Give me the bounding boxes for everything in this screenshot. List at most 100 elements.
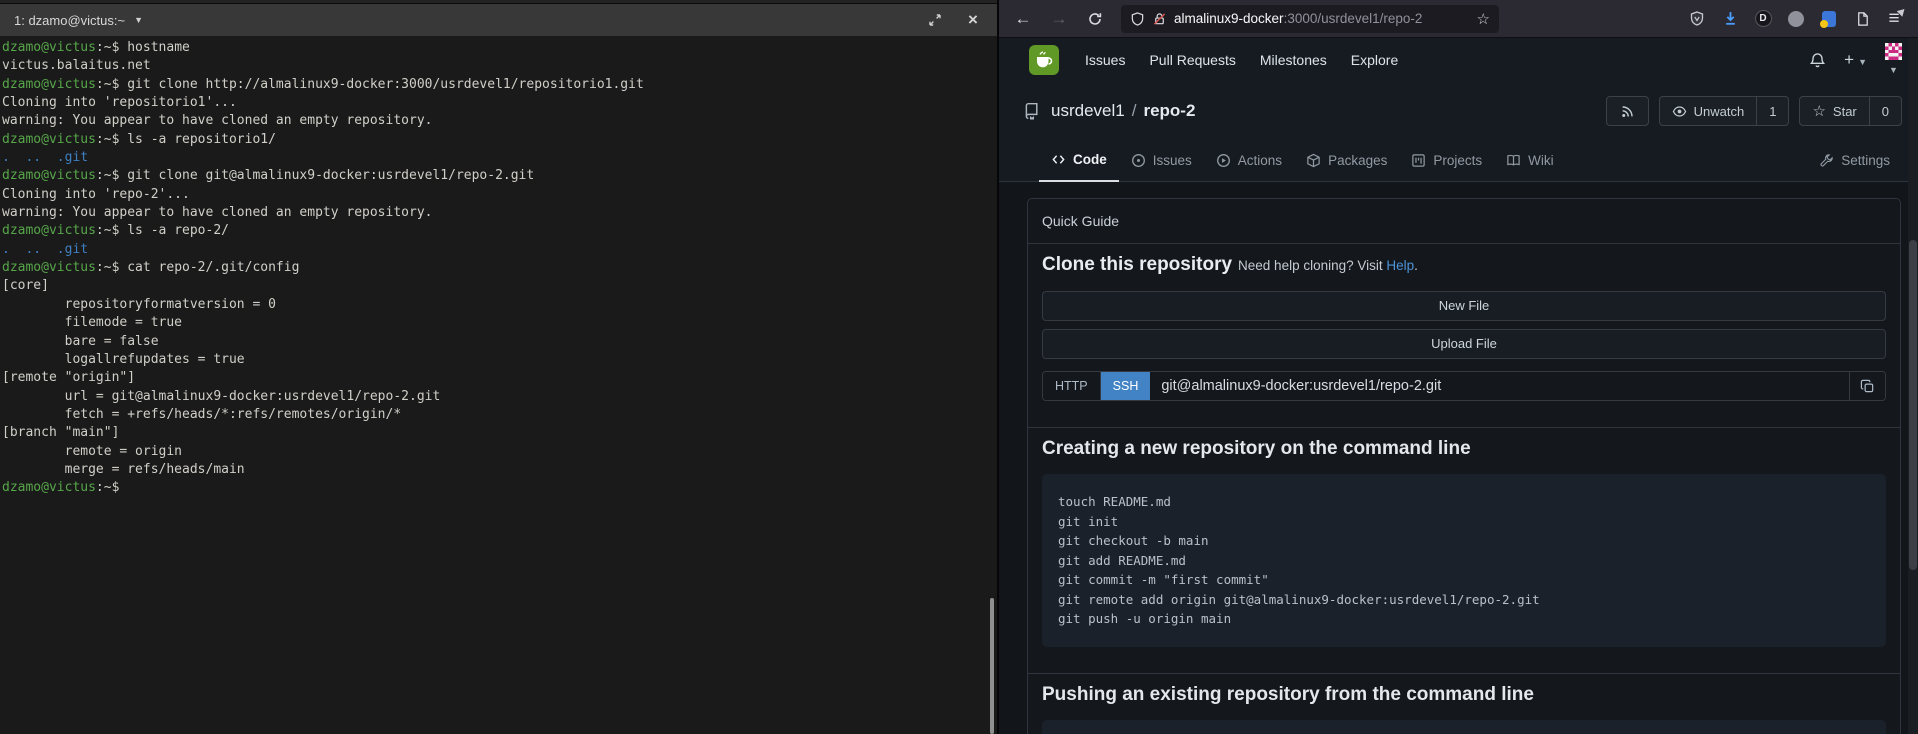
- terminal-title: 1: dzamo@victus:~: [14, 13, 125, 28]
- plus-icon: +: [1844, 50, 1854, 69]
- project-board-icon: [1411, 153, 1426, 168]
- nav-issues[interactable]: Issues: [1073, 52, 1137, 68]
- url-host: almalinux9-docker: [1174, 11, 1284, 26]
- gitea-navbar: Issues Pull Requests Milestones Explore …: [999, 38, 1918, 82]
- tab-settings[interactable]: Settings: [1807, 138, 1902, 182]
- http-protocol-button[interactable]: HTTP: [1043, 372, 1101, 400]
- repo-tabs: Code Issues Actions: [999, 138, 1918, 182]
- rss-icon: [1620, 104, 1635, 119]
- terminal-window: 1: dzamo@victus:~ ▼ × dzamo@victus:~$ ho…: [0, 0, 997, 734]
- upload-file-button[interactable]: Upload File: [1042, 329, 1886, 359]
- browser-scrollbar[interactable]: [1908, 38, 1918, 734]
- watch-button-group: Unwatch 1: [1659, 96, 1790, 126]
- url-text: almalinux9-docker:3000/usrdevel1/repo-2: [1174, 11, 1470, 26]
- quick-guide-title: Quick Guide: [1028, 199, 1900, 244]
- reload-icon: [1087, 11, 1103, 27]
- forward-button[interactable]: →: [1045, 5, 1073, 33]
- push-repo-section: Pushing an existing repository from the …: [1028, 674, 1900, 734]
- push-repo-code-block[interactable]: [1042, 720, 1886, 734]
- tab-actions[interactable]: Actions: [1204, 138, 1294, 182]
- gitea-header: Issues Pull Requests Milestones Explore …: [999, 38, 1918, 182]
- download-icon[interactable]: [1718, 7, 1742, 31]
- repo-name-link[interactable]: repo-2: [1143, 101, 1195, 121]
- terminal-titlebar[interactable]: 1: dzamo@victus:~ ▼ ×: [0, 4, 997, 36]
- star-icon: ☆: [1812, 104, 1825, 119]
- terminal-output[interactable]: dzamo@victus:~$ hostnamevictus.balaitus.…: [0, 36, 997, 501]
- create-repo-code-block[interactable]: touch README.md git init git checkout -b…: [1042, 474, 1886, 647]
- settings-tools-icon: [1819, 153, 1834, 168]
- unwatch-button[interactable]: Unwatch: [1660, 97, 1757, 125]
- watchers-count[interactable]: 1: [1756, 97, 1788, 125]
- book-icon: [1506, 153, 1521, 168]
- star-label: Star: [1833, 104, 1857, 119]
- issue-circle-icon: [1131, 153, 1146, 168]
- create-repo-section: Creating a new repository on the command…: [1028, 428, 1900, 674]
- create-new-button[interactable]: +▼: [1844, 50, 1867, 70]
- repo-main-content: Quick Guide Clone this repositoryNeed he…: [999, 182, 1918, 734]
- copy-icon: [1860, 379, 1875, 394]
- play-circle-icon: [1216, 153, 1231, 168]
- tab-issues[interactable]: Issues: [1119, 138, 1204, 182]
- browser-scrollbar-thumb[interactable]: [1909, 240, 1917, 570]
- back-button[interactable]: ←: [1009, 5, 1037, 33]
- terminal-scrollbar[interactable]: [990, 598, 994, 734]
- copy-url-button[interactable]: [1849, 372, 1885, 400]
- browser-window: ← → almalinux9-docker:3000/usrdevel1/rep…: [997, 0, 1918, 734]
- chevron-down-icon[interactable]: ▼: [134, 15, 143, 25]
- browser-toolbar: ← → almalinux9-docker:3000/usrdevel1/rep…: [999, 0, 1918, 38]
- new-file-button[interactable]: New File: [1042, 291, 1886, 321]
- repo-header: usrdevel1 / repo-2: [999, 82, 1918, 138]
- update-badge: [1897, 6, 1908, 17]
- terminal-close-button[interactable]: ×: [963, 10, 983, 30]
- chevron-down-icon: ▼: [1858, 57, 1867, 67]
- extension-d-icon[interactable]: D: [1751, 7, 1775, 31]
- tracking-protection-shield-icon[interactable]: [1130, 11, 1145, 27]
- help-link[interactable]: Help: [1386, 258, 1414, 273]
- nav-pull-requests[interactable]: Pull Requests: [1137, 52, 1247, 68]
- clone-url-input[interactable]: [1150, 372, 1849, 400]
- package-icon: [1306, 153, 1321, 168]
- star-button-group: ☆ Star 0: [1799, 96, 1902, 126]
- create-repo-heading: Creating a new repository on the command…: [1042, 438, 1886, 460]
- nav-milestones[interactable]: Milestones: [1248, 52, 1339, 68]
- code-icon: [1051, 152, 1066, 167]
- extension-page-icon[interactable]: [1850, 7, 1874, 31]
- maximize-icon: [928, 13, 942, 27]
- user-avatar-menu[interactable]: ▼: [1885, 43, 1902, 78]
- rss-feed-button[interactable]: [1606, 96, 1649, 126]
- stars-count[interactable]: 0: [1869, 97, 1901, 125]
- quick-guide-panel: Quick Guide Clone this repositoryNeed he…: [1027, 198, 1901, 734]
- extension-document-icon[interactable]: [1817, 7, 1841, 31]
- clone-url-bar: HTTP SSH: [1042, 371, 1886, 401]
- ssh-protocol-button[interactable]: SSH: [1101, 372, 1151, 400]
- clone-section: Clone this repositoryNeed help cloning? …: [1028, 244, 1900, 428]
- chevron-down-icon: ▼: [1889, 65, 1898, 75]
- reload-button[interactable]: [1081, 5, 1109, 33]
- insecure-lock-icon[interactable]: [1152, 11, 1167, 27]
- repo-icon: [1023, 102, 1041, 120]
- repo-title: usrdevel1 / repo-2: [1051, 101, 1195, 121]
- bookmark-star-icon[interactable]: ☆: [1477, 10, 1490, 28]
- tab-code[interactable]: Code: [1039, 138, 1119, 182]
- star-button[interactable]: ☆ Star: [1800, 97, 1868, 125]
- clone-help-text: Need help cloning? Visit Help.: [1238, 258, 1418, 273]
- push-repo-heading: Pushing an existing repository from the …: [1042, 684, 1886, 706]
- menu-button[interactable]: ≡: [1880, 5, 1908, 33]
- extension-icons: D: [1685, 7, 1874, 31]
- tab-projects[interactable]: Projects: [1399, 138, 1494, 182]
- nav-explore[interactable]: Explore: [1339, 52, 1410, 68]
- eye-icon: [1672, 104, 1687, 119]
- clone-heading: Clone this repositoryNeed help cloning? …: [1042, 254, 1886, 277]
- tab-packages[interactable]: Packages: [1294, 138, 1399, 182]
- repo-owner-link[interactable]: usrdevel1: [1051, 101, 1125, 121]
- url-bar[interactable]: almalinux9-docker:3000/usrdevel1/repo-2 …: [1121, 5, 1499, 33]
- extension-sphere-icon[interactable]: [1784, 7, 1808, 31]
- gitea-logo[interactable]: [1029, 45, 1059, 75]
- unwatch-label: Unwatch: [1694, 104, 1745, 119]
- avatar: [1885, 43, 1902, 60]
- tab-wiki[interactable]: Wiki: [1494, 138, 1566, 182]
- notifications-bell-icon[interactable]: [1809, 52, 1826, 69]
- terminal-maximize-button[interactable]: [925, 10, 945, 30]
- url-path: :3000/usrdevel1/repo-2: [1284, 11, 1423, 26]
- shield-extension-icon[interactable]: [1685, 7, 1709, 31]
